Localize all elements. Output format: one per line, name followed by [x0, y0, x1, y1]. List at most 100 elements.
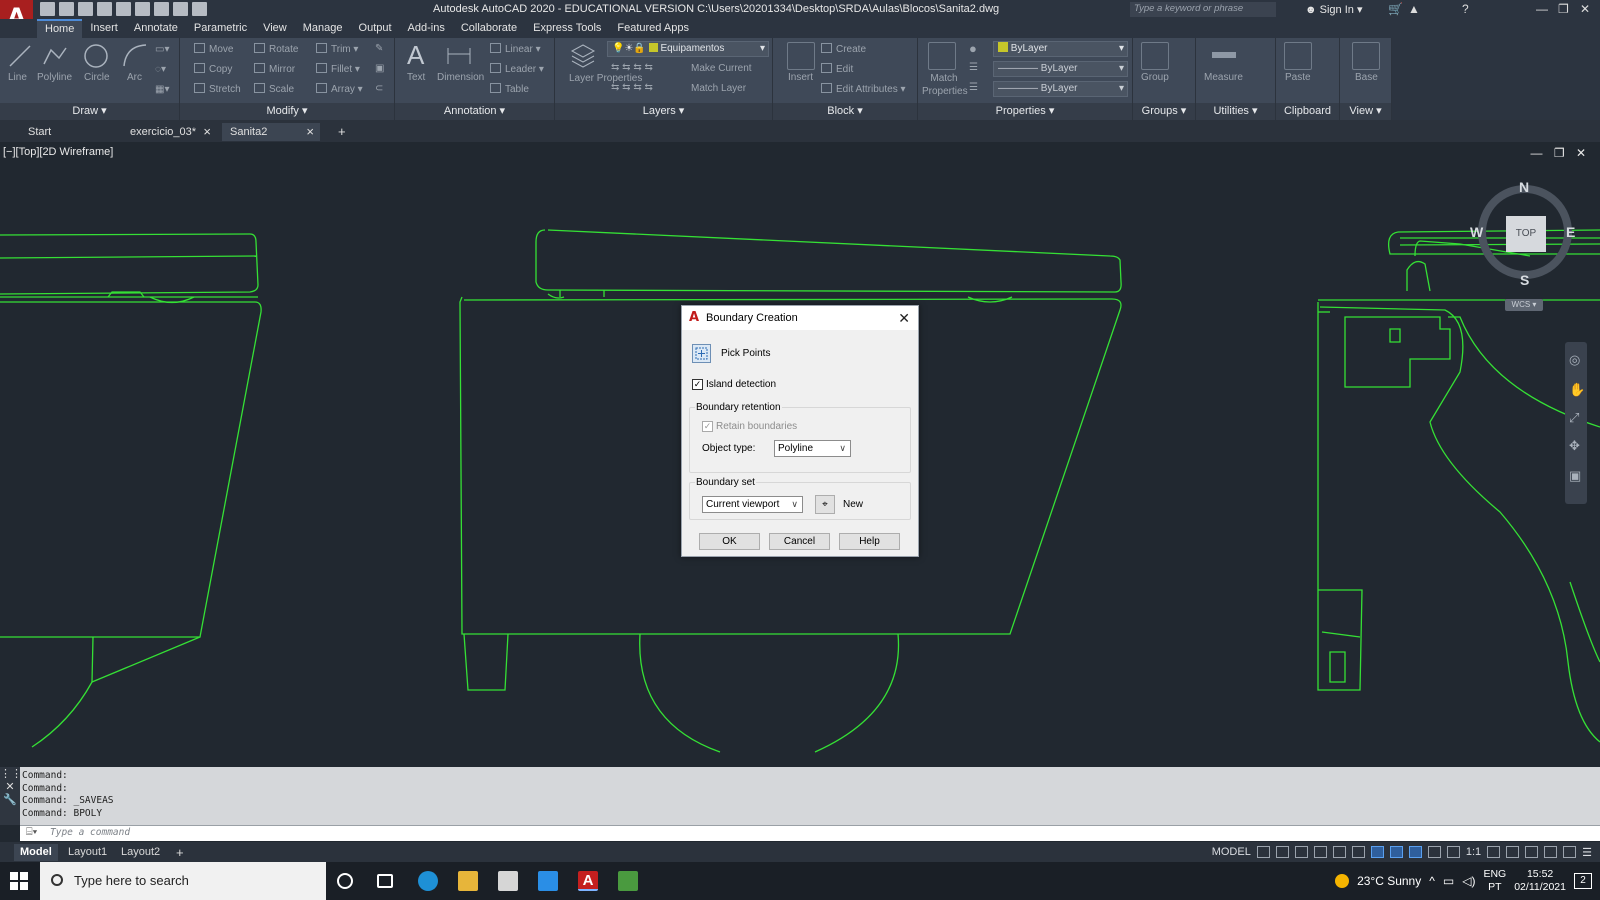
compass-north[interactable]: N [1519, 179, 1529, 195]
autodesk-app-icon[interactable]: ▲ [1408, 2, 1420, 16]
tab-annotate[interactable]: Annotate [126, 19, 186, 38]
erase-icon[interactable]: ✎ [375, 43, 383, 54]
compass-south[interactable]: S [1520, 272, 1529, 288]
annotation-panel-label[interactable]: Annotation ▾ [395, 103, 554, 120]
wcs-menu[interactable]: WCS ▾ [1505, 299, 1543, 311]
help-button[interactable]: Help [839, 533, 900, 550]
rectangle-icon[interactable]: ▭▾ [155, 44, 169, 55]
fillet-tool[interactable]: Fillet ▾ [316, 63, 360, 75]
boundary-set-select[interactable]: Current viewport ∨ [702, 496, 803, 513]
pick-points-button[interactable]: Pick Points [721, 348, 770, 359]
help-search-input[interactable]: Type a keyword or phrase [1130, 2, 1276, 17]
text-icon[interactable]: A [407, 40, 424, 71]
match-layer-button[interactable]: Match Layer [691, 83, 746, 94]
volume-icon[interactable]: ◁) [1462, 874, 1475, 888]
clock[interactable]: 15:52 02/11/2021 [1514, 868, 1566, 894]
pick-points-icon[interactable] [692, 344, 711, 363]
close-icon[interactable]: ✕ [1580, 2, 1590, 16]
cart-icon[interactable]: 🛒 [1388, 2, 1403, 16]
block-panel-label[interactable]: Block ▾ [773, 103, 917, 120]
show-hidden-icons-icon[interactable]: ^ [1429, 874, 1435, 888]
edit-block-tool[interactable]: Edit [821, 63, 853, 75]
polyline-icon[interactable] [41, 42, 69, 70]
restore-icon[interactable]: ❐ [1558, 2, 1569, 16]
modify-panel-label[interactable]: Modify ▾ [180, 103, 394, 120]
tab-sanita2[interactable]: Sanita2 × [222, 123, 320, 141]
annotation-scale-value[interactable]: 1:1 [1466, 846, 1481, 858]
scale-tool[interactable]: Scale [254, 83, 294, 95]
grid-icon[interactable] [1256, 846, 1270, 858]
layer-tools-row1-icon[interactable]: ⇆ ⇆ ⇆ ⇆ [611, 62, 653, 73]
new-file-icon[interactable] [40, 2, 55, 16]
group-icon[interactable] [1141, 42, 1169, 70]
weather-sun-icon[interactable] [1335, 874, 1350, 888]
weather-text[interactable]: 23°C Sunny [1357, 874, 1421, 888]
retain-boundaries-checkbox[interactable]: ✓ [702, 421, 713, 432]
rotate-tool[interactable]: Rotate [254, 43, 298, 55]
object-snap-tracking-icon[interactable] [1370, 846, 1384, 858]
command-line-handle[interactable]: ⋮⋮ ✕ 🔧 [0, 767, 22, 825]
island-detection-checkbox[interactable]: ✓ [692, 379, 703, 390]
microsoft-store-icon[interactable] [498, 871, 518, 891]
leader-tool[interactable]: Leader ▾ [490, 63, 544, 75]
isolate-objects-icon[interactable] [1525, 846, 1539, 858]
stretch-tool[interactable]: Stretch [194, 83, 241, 95]
add-layout-button[interactable]: + [170, 844, 190, 861]
dimension-icon[interactable] [445, 42, 473, 70]
hardware-acceleration-icon[interactable] [1544, 846, 1558, 858]
dialog-close-icon[interactable]: ✕ [898, 306, 910, 330]
task-view-icon[interactable] [377, 874, 393, 888]
customization-menu-icon[interactable]: ☰ [1582, 846, 1592, 859]
save-as-icon[interactable] [97, 2, 112, 16]
zoom-extents-icon[interactable]: ⤢ [1569, 410, 1579, 426]
layers-panel-label[interactable]: Layers ▾ [555, 103, 772, 120]
lineweight-icon[interactable]: ☰ [969, 82, 978, 93]
tab-insert[interactable]: Insert [82, 19, 126, 38]
color-dropdown[interactable]: ByLayer ▾ [993, 41, 1128, 57]
draw-panel-label[interactable]: Draw ▾ [0, 103, 179, 120]
make-current-button[interactable]: Make Current [691, 63, 752, 74]
customize-icon[interactable]: 🔧 [0, 793, 20, 806]
utilities-panel-label[interactable]: Utilities ▾ [1196, 103, 1275, 120]
array-tool[interactable]: Array ▾ [316, 83, 363, 95]
auto-scale-icon[interactable] [1427, 846, 1441, 858]
tab-model[interactable]: Model [14, 844, 58, 861]
view-panel-label[interactable]: View ▾ [1340, 103, 1391, 120]
line-icon[interactable] [6, 42, 34, 70]
object-snap-icon[interactable] [1389, 846, 1403, 858]
properties-panel-label[interactable]: Properties ▾ [918, 103, 1132, 120]
tab-view[interactable]: View [255, 19, 295, 38]
tab-add-ins[interactable]: Add-ins [400, 19, 453, 38]
undo-icon[interactable] [173, 2, 188, 16]
tab-manage[interactable]: Manage [295, 19, 351, 38]
steering-wheel-icon[interactable]: ◎ [1569, 352, 1580, 368]
layer-properties-icon[interactable] [569, 41, 597, 69]
plot-icon[interactable] [154, 2, 169, 16]
linear-tool[interactable]: Linear ▾ [490, 43, 541, 55]
pan-icon[interactable]: ✋ [1569, 382, 1585, 398]
gradient-icon[interactable]: ▦▾ [155, 84, 169, 95]
help-icon[interactable]: ? [1462, 2, 1469, 16]
tab-output[interactable]: Output [351, 19, 400, 38]
base-view-icon[interactable] [1352, 42, 1380, 70]
annotation-scale-icon[interactable] [1446, 846, 1460, 858]
paste-icon[interactable] [1284, 42, 1312, 70]
infer-constraints-icon[interactable] [1294, 846, 1308, 858]
tab-featured-apps[interactable]: Featured Apps [609, 19, 697, 38]
edge-browser-icon[interactable] [418, 871, 438, 891]
network-icon[interactable]: ▭ [1443, 874, 1454, 888]
hatch-icon[interactable]: ◌▾ [155, 64, 166, 75]
redo-icon[interactable] [192, 2, 207, 16]
viewcube-top-face[interactable]: TOP [1506, 216, 1546, 252]
offset-icon[interactable]: ⊂ [375, 83, 383, 94]
groups-panel-label[interactable]: Groups ▾ [1133, 103, 1195, 120]
file-explorer-icon[interactable] [458, 871, 478, 891]
clipboard-panel-label[interactable]: Clipboard [1276, 103, 1339, 120]
close-tab-icon[interactable]: × [203, 123, 211, 141]
workspace-gear-icon[interactable] [1487, 846, 1501, 858]
annotation-visibility-icon[interactable] [1408, 846, 1422, 858]
move-tool[interactable]: Move [194, 43, 233, 55]
model-space-button[interactable]: MODEL [1212, 846, 1251, 858]
spreadsheet-app-icon[interactable] [618, 871, 638, 891]
tab-collaborate[interactable]: Collaborate [453, 19, 525, 38]
